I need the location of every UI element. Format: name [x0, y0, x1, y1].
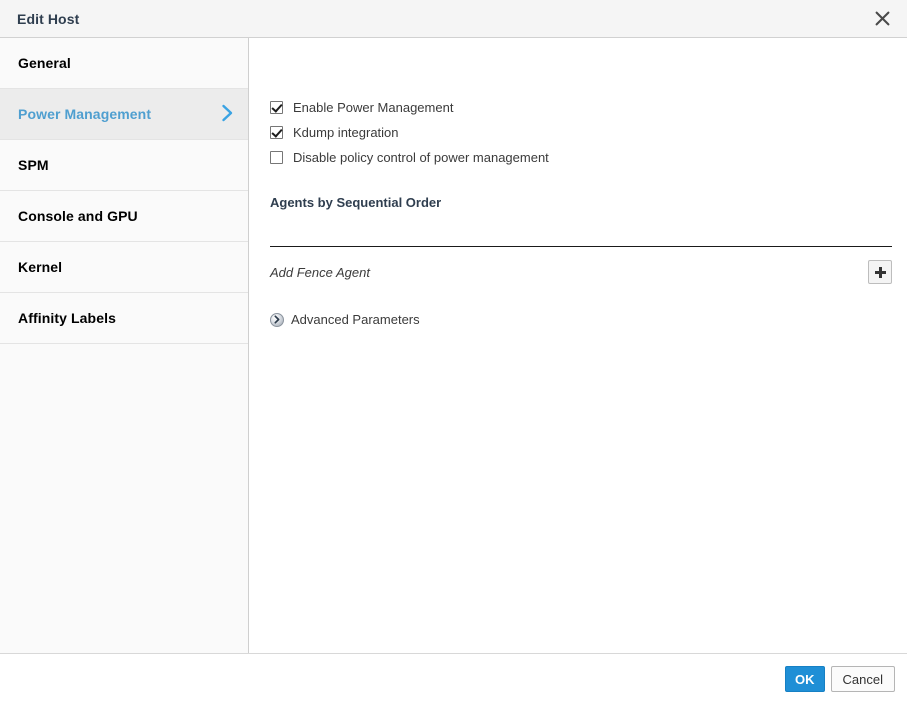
chevron-right-icon [221, 104, 234, 125]
dialog-body: General Power Management SPM Console and… [0, 38, 907, 654]
checkbox-box[interactable] [270, 126, 283, 139]
sidebar-item-label: General [18, 55, 234, 71]
close-icon[interactable] [869, 6, 895, 32]
dialog-footer: OK Cancel [0, 654, 907, 704]
ok-button[interactable]: OK [785, 666, 825, 692]
checkbox-label: Disable policy control of power manageme… [293, 150, 549, 165]
checkbox-box[interactable] [270, 101, 283, 114]
sidebar-item-power-management[interactable]: Power Management [0, 89, 248, 140]
sidebar-item-affinity-labels[interactable]: Affinity Labels [0, 293, 248, 344]
edit-host-dialog: Edit Host General Power Management [0, 0, 907, 704]
checkbox-enable-power-management[interactable]: Enable Power Management [270, 100, 892, 115]
checkbox-label: Enable Power Management [293, 100, 453, 115]
sidebar-item-label: Kernel [18, 259, 234, 275]
checkbox-box[interactable] [270, 151, 283, 164]
page-title: Edit Host [17, 11, 79, 27]
power-management-panel: Enable Power Management Kdump integratio… [249, 38, 907, 653]
sidebar-item-label: Power Management [18, 106, 221, 122]
sidebar-item-spm[interactable]: SPM [0, 140, 248, 191]
sidebar-item-label: SPM [18, 157, 234, 173]
advanced-parameters-expander[interactable]: Advanced Parameters [270, 312, 420, 327]
sidebar-item-kernel[interactable]: Kernel [0, 242, 248, 293]
agents-section-title: Agents by Sequential Order [270, 195, 892, 210]
checkbox-disable-policy-control[interactable]: Disable policy control of power manageme… [270, 150, 892, 165]
agents-list-divider [270, 246, 892, 247]
sidebar-item-general[interactable]: General [0, 38, 248, 89]
sidebar-empty-space [0, 344, 248, 653]
advanced-parameters-label: Advanced Parameters [291, 312, 420, 327]
checkbox-label: Kdump integration [293, 125, 399, 140]
sidebar-nav: General Power Management SPM Console and… [0, 38, 249, 653]
sidebar-item-console-and-gpu[interactable]: Console and GPU [0, 191, 248, 242]
add-fence-agent-label: Add Fence Agent [270, 265, 868, 280]
dialog-header: Edit Host [0, 0, 907, 38]
sidebar-item-label: Console and GPU [18, 208, 234, 224]
sidebar-item-label: Affinity Labels [18, 310, 234, 326]
checkbox-kdump-integration[interactable]: Kdump integration [270, 125, 892, 140]
add-fence-agent-button[interactable] [868, 260, 892, 284]
plus-icon [875, 267, 886, 278]
add-fence-agent-row: Add Fence Agent [270, 259, 892, 285]
chevron-right-circle-icon [270, 313, 284, 327]
cancel-button[interactable]: Cancel [831, 666, 895, 692]
